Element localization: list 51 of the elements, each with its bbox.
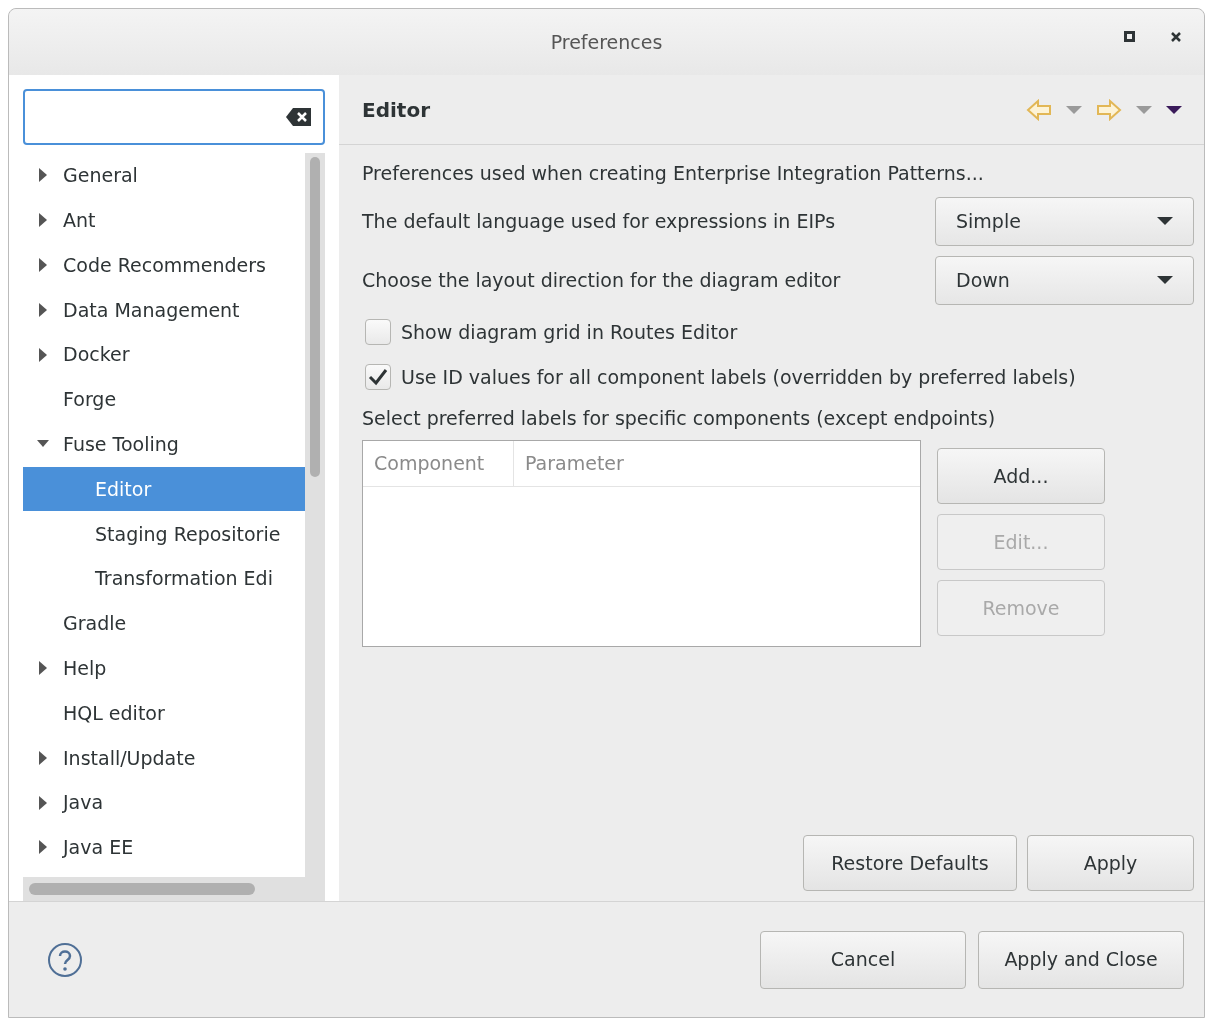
tree-item[interactable]: Java — [23, 780, 305, 825]
checkbox-label: Use ID values for all component labels (overridden by preferred labels) — [401, 364, 1076, 390]
tree-item[interactable]: Install/Update — [23, 735, 305, 781]
page-title: Editor — [362, 96, 430, 124]
labels-caption: Select preferred labels for specific components (except endpoints) — [362, 405, 997, 431]
tree-item[interactable]: Java EE — [23, 824, 305, 870]
table-action-button[interactable]: Add... — [937, 448, 1105, 504]
tree-item[interactable]: Fuse Tooling — [23, 421, 305, 467]
collapsed-arrow-icon[interactable] — [37, 794, 49, 811]
collapsed-arrow-icon[interactable] — [37, 839, 49, 856]
collapsed-arrow-icon[interactable] — [37, 749, 49, 766]
dialog-button[interactable]: Cancel — [760, 930, 966, 989]
tree-item[interactable]: Help — [23, 645, 305, 691]
dialog-button[interactable]: Apply and Close — [978, 930, 1184, 989]
close-icon[interactable] — [1170, 31, 1182, 43]
caret-icon — [1157, 216, 1173, 226]
maximize-icon[interactable] — [1124, 31, 1136, 43]
page-button[interactable]: Restore Defaults — [803, 835, 1017, 891]
setting-label: The default language used for expressions in EIPs — [362, 208, 836, 234]
tree-item[interactable]: Forge — [23, 377, 305, 422]
tree-item[interactable]: Docker — [23, 332, 305, 377]
tree-item[interactable]: Gradle — [23, 600, 305, 646]
help-icon[interactable] — [47, 941, 83, 978]
collapsed-arrow-icon[interactable] — [37, 212, 49, 229]
tree-item[interactable]: Ant — [23, 197, 305, 243]
page-button[interactable]: Apply — [1027, 835, 1194, 891]
clear-icon[interactable] — [285, 107, 313, 127]
collapsed-arrow-icon[interactable] — [37, 257, 49, 273]
tree-item[interactable]: HQL editor — [23, 690, 305, 736]
checkbox-label: Show diagram grid in Routes Editor — [401, 319, 738, 345]
checkbox[interactable] — [365, 319, 391, 345]
horizontal-scrollbar[interactable] — [23, 877, 325, 901]
dropdown[interactable]: Down — [935, 255, 1194, 305]
dropdown[interactable]: Simple — [935, 196, 1194, 246]
view-menu-icon[interactable] — [1166, 104, 1182, 115]
tree-item[interactable]: General — [23, 153, 305, 198]
window-title: Preferences — [550, 29, 663, 55]
tree-item[interactable]: Data Management — [23, 287, 305, 333]
setting-label: Choose the layout direction for the diagram editor — [362, 267, 841, 293]
tree-item[interactable]: Code Recommenders — [23, 242, 305, 288]
page-description: Preferences used when creating Enterprise Integration Patterns... — [362, 161, 985, 186]
tree-item[interactable]: Staging Repositorie — [23, 511, 305, 557]
vertical-scrollbar[interactable] — [305, 153, 325, 877]
filter-field[interactable] — [23, 89, 325, 145]
collapsed-arrow-icon[interactable] — [37, 346, 49, 363]
collapsed-arrow-icon[interactable] — [37, 660, 49, 677]
collapsed-arrow-icon[interactable] — [37, 167, 49, 184]
tree-item[interactable]: Transformation Edi — [23, 556, 305, 601]
checkbox[interactable] — [365, 364, 391, 390]
collapsed-arrow-icon[interactable] — [37, 301, 49, 318]
caret-icon — [1157, 275, 1173, 285]
